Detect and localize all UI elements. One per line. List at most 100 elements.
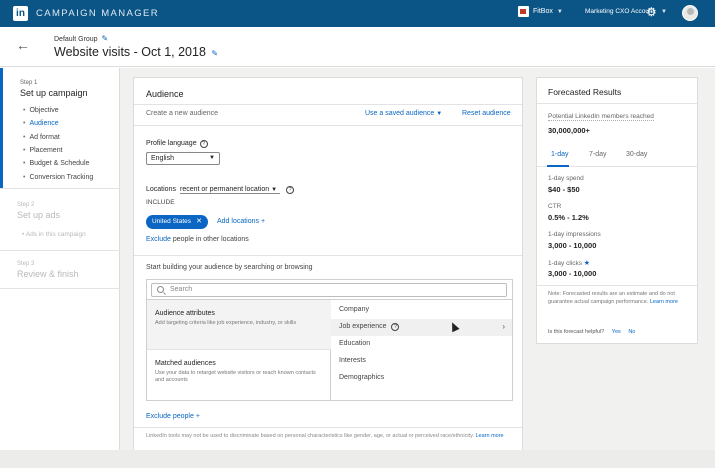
audience-title: Audience <box>146 89 184 99</box>
audience-panel: Audience Create a new audience Use a sav… <box>133 77 523 468</box>
forecast-feedback: Is this forecast helpful? Yes No <box>548 329 635 335</box>
use-saved-audience-dropdown[interactable]: Use a saved audience ▼ <box>365 110 442 117</box>
search-bar: Search <box>147 280 512 300</box>
option-company[interactable]: Company <box>331 302 512 319</box>
search-input[interactable]: Search <box>151 283 507 297</box>
exclude-locations-link[interactable]: Exclude <box>146 236 171 243</box>
substep-list: Objective Audience Ad format Placement B… <box>23 104 93 184</box>
step-2-label: Step 2 <box>17 202 35 208</box>
exclude-locations-rest: people in other locations <box>172 236 249 243</box>
reach-value: 30,000,000+ <box>548 126 590 135</box>
profile-language-select[interactable]: English ▼ <box>146 152 220 165</box>
profile-language-label: Profile language? <box>146 140 208 148</box>
option-interests[interactable]: Interests <box>331 353 512 370</box>
account-flag-icon <box>518 6 529 17</box>
category-audience-attributes[interactable]: Audience attributes Add targeting criter… <box>147 300 331 350</box>
exclude-people-label: Exclude people <box>146 413 194 420</box>
category-description: Add targeting criteria like job experien… <box>155 320 297 326</box>
category-matched-audiences[interactable]: Matched audiences Use your data to retar… <box>147 350 331 400</box>
bottom-edge <box>0 450 715 468</box>
substep-ad-format[interactable]: Ad format <box>23 131 93 144</box>
settings-chevron-down-icon[interactable]: ▼ <box>661 9 667 15</box>
option-education[interactable]: Education <box>331 336 512 353</box>
add-locations-label: Add locations <box>217 218 260 225</box>
metric-label: 1-day impressions <box>548 231 601 238</box>
metric-label: 1-day spend <box>548 175 584 182</box>
forecast-title: Forecasted Results <box>548 87 622 97</box>
ad-account-name[interactable]: Marketing CXO Account <box>585 8 654 15</box>
profile-language-value: English <box>151 155 174 162</box>
chevron-down-icon: ▼ <box>209 155 215 161</box>
account-switcher[interactable]: FitBox ▼ <box>518 6 563 17</box>
category-title: Matched audiences <box>155 360 216 367</box>
location-chip[interactable]: United States ✕ <box>146 215 208 229</box>
divider <box>537 285 697 286</box>
forecast-tabs: 1-day 7-day 30-day <box>537 145 697 167</box>
feedback-yes-button[interactable]: Yes <box>612 329 621 335</box>
back-arrow-icon[interactable]: ← <box>16 37 30 53</box>
location-type-value: recent or permanent location <box>180 186 270 193</box>
learn-more-link[interactable]: Learn more <box>475 433 503 439</box>
exclude-locations-text: Exclude people in other locations <box>146 236 249 243</box>
saved-audience-label: Use a saved audience <box>365 110 435 117</box>
substep-budget-schedule[interactable]: Budget & Schedule <box>23 157 93 170</box>
audience-subtitle: Create a new audience <box>146 110 218 117</box>
chevron-down-icon: ▼ <box>271 187 278 193</box>
edit-title-pencil-icon[interactable]: ✎ <box>211 49 218 58</box>
divider <box>134 104 522 105</box>
step-2-title[interactable]: Set up ads <box>17 210 60 220</box>
substep-objective[interactable]: Objective <box>23 104 93 117</box>
feedback-question: Is this forecast helpful? <box>548 329 605 335</box>
campaign-name: Website visits - Oct 1, 2018 <box>54 45 206 59</box>
audience-builder: Search Audience attributes Add targeting… <box>146 279 513 401</box>
location-type-dropdown[interactable]: recent or permanent location ▼ <box>180 186 280 194</box>
tab-7-day[interactable]: 7-day <box>589 151 607 158</box>
step-2-item-label: Ads in this campaign <box>25 231 86 238</box>
substep-conversion-tracking[interactable]: Conversion Tracking <box>23 170 93 183</box>
help-icon[interactable]: ? <box>391 323 400 331</box>
campaign-header: ← Default Group ✎ Website visits - Oct 1… <box>0 27 715 67</box>
star-icon: ★ <box>583 260 591 267</box>
step-divider <box>0 188 120 189</box>
option-demographics[interactable]: Demographics <box>331 370 512 387</box>
chevron-right-icon: › <box>502 322 505 331</box>
exclude-people-button[interactable]: Exclude people + <box>146 413 200 420</box>
option-job-experience[interactable]: Job experience ? › <box>331 319 512 336</box>
metric-label: 1-day clicks <box>548 260 582 267</box>
close-icon[interactable]: ✕ <box>196 215 202 229</box>
step-divider <box>0 288 120 289</box>
locations-help-icon[interactable]: ? <box>286 186 294 194</box>
gear-icon[interactable]: ⚙ <box>646 5 657 19</box>
profile-language-text: Profile language <box>146 140 197 147</box>
top-navigation-bar: in CAMPAIGN MANAGER FitBox ▼ Marketing C… <box>0 0 715 27</box>
reset-audience-link[interactable]: Reset audience <box>462 110 511 117</box>
add-locations-button[interactable]: Add locations + <box>217 218 265 225</box>
help-icon[interactable]: ? <box>199 140 208 148</box>
app-brand-title: CAMPAIGN MANAGER <box>36 8 160 19</box>
metric-value: 3,000 - 10,000 <box>548 241 597 250</box>
tab-30-day[interactable]: 30-day <box>626 151 647 158</box>
metric-value: 0.5% - 1.2% <box>548 213 589 222</box>
chevron-down-icon: ▼ <box>556 8 563 15</box>
step-3-title[interactable]: Review & finish <box>17 269 79 279</box>
substep-placement[interactable]: Placement <box>23 144 93 157</box>
metric-label-clicks: 1-day clicks ★ <box>548 259 590 267</box>
divider <box>134 427 522 428</box>
search-icon <box>157 286 164 293</box>
divider <box>134 125 522 126</box>
linkedin-logo-icon[interactable]: in <box>13 6 28 21</box>
substep-audience[interactable]: Audience <box>23 117 93 130</box>
plus-icon: + <box>195 413 200 420</box>
step-1-section[interactable]: Step 1 Set up campaign Objective Audienc… <box>0 68 120 188</box>
edit-group-pencil-icon[interactable]: ✎ <box>102 34 109 43</box>
feedback-no-button[interactable]: No <box>628 329 635 335</box>
forecast-note: Note: Forecasted results are an estimate… <box>548 291 690 306</box>
tab-1-day[interactable]: 1-day <box>551 151 569 158</box>
active-tab-indicator <box>547 165 569 167</box>
campaign-group-name: Default Group <box>54 36 98 43</box>
category-description: Use your data to retarget website visito… <box>155 370 316 383</box>
avatar[interactable] <box>682 5 698 21</box>
note-learn-more-link[interactable]: Learn more <box>650 299 678 305</box>
page-title: Website visits - Oct 1, 2018 ✎ <box>54 45 218 59</box>
step-sidebar: Step 1 Set up campaign Objective Audienc… <box>0 68 120 468</box>
